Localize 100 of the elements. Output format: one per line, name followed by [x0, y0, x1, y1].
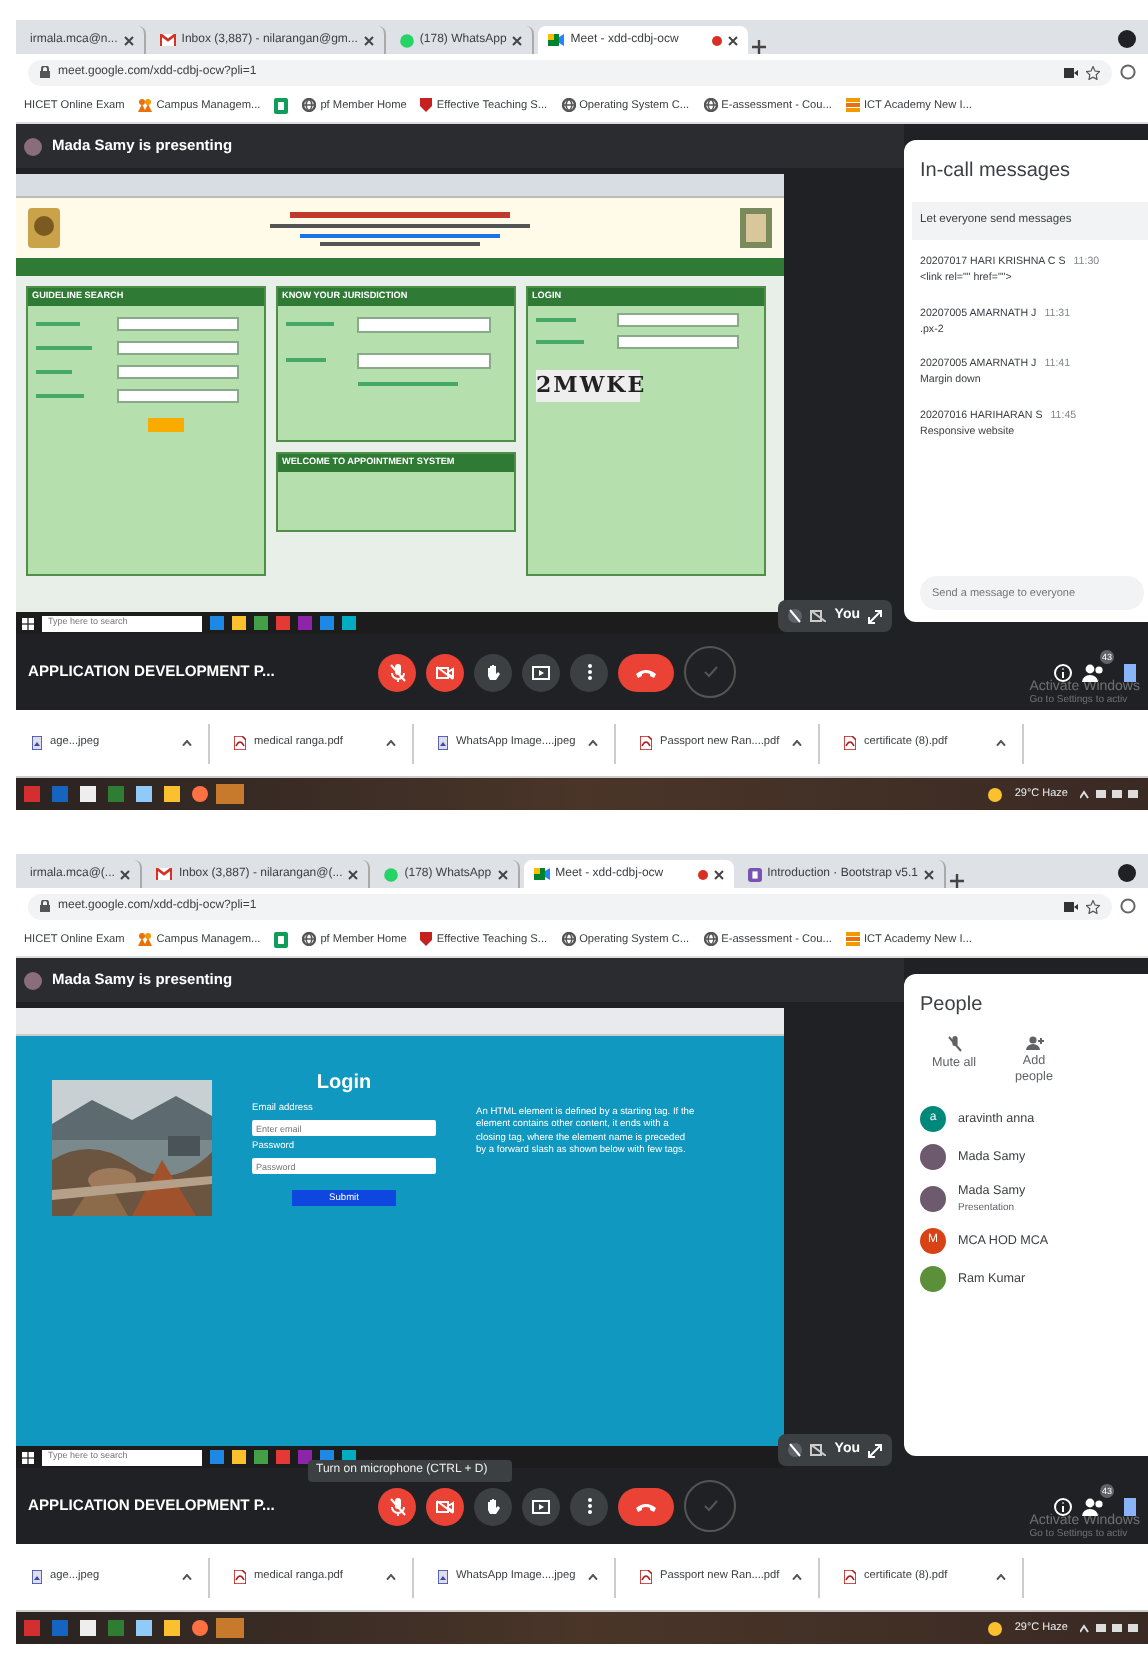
more-options-button[interactable]	[570, 653, 608, 691]
image-file-icon	[32, 736, 42, 750]
stacked-bars-icon	[845, 98, 860, 113]
caret-up-icon	[792, 740, 802, 746]
form-heading: Login	[314, 1070, 374, 1098]
chat-bubble-icon	[384, 867, 399, 881]
mail-icon	[156, 868, 173, 880]
camera-off-icon	[810, 610, 827, 622]
pdf-file-icon	[234, 1570, 246, 1584]
caret-up-icon	[792, 1574, 802, 1580]
caret-up-icon	[386, 1574, 396, 1580]
pdf-file-icon	[234, 736, 246, 750]
lock-icon	[40, 900, 50, 912]
globe-icon	[703, 932, 718, 947]
check-button[interactable]	[684, 646, 736, 698]
more-options-button[interactable]	[570, 1487, 608, 1525]
bookmark[interactable]	[274, 932, 289, 948]
bookmark[interactable]	[274, 98, 289, 114]
globe-icon	[561, 98, 576, 113]
phone-icon	[636, 667, 656, 677]
hang-up-button[interactable]	[618, 653, 674, 691]
extension-icon[interactable]	[1120, 64, 1136, 80]
present-button[interactable]	[522, 1487, 560, 1525]
sheet-icon	[274, 98, 289, 114]
camera-button[interactable]	[426, 653, 464, 691]
people-icon[interactable]	[1082, 1497, 1104, 1515]
shield-icon	[420, 98, 433, 113]
figures-icon	[138, 98, 153, 113]
hand-icon	[486, 1498, 500, 1514]
raise-hand-button[interactable]	[474, 1487, 512, 1525]
microphone-off-icon	[389, 1497, 405, 1515]
tray-icons-drawing	[1080, 788, 1140, 800]
windows-icon	[22, 617, 34, 629]
new-tab-icon[interactable]	[950, 874, 965, 888]
microphone-off-icon	[788, 1442, 803, 1458]
camera-button[interactable]	[426, 1487, 464, 1525]
present-icon	[532, 665, 550, 679]
profile-icon[interactable]	[1118, 30, 1136, 48]
globe-icon	[561, 932, 576, 947]
hang-up-button[interactable]	[618, 1487, 674, 1525]
close-icon[interactable]	[497, 869, 508, 879]
phone-icon	[636, 1501, 656, 1511]
tray-icons-drawing	[1080, 1622, 1140, 1634]
close-icon[interactable]	[512, 35, 523, 45]
caret-up-icon	[588, 1574, 598, 1580]
profile-icon[interactable]	[1118, 864, 1136, 882]
close-icon[interactable]	[348, 869, 359, 879]
camera-icon[interactable]	[1064, 67, 1078, 77]
extension-icon[interactable]	[1120, 898, 1136, 914]
caret-up-icon	[996, 1574, 1006, 1580]
hand-icon	[486, 664, 500, 680]
camera-off-icon	[436, 1499, 454, 1513]
pdf-file-icon	[640, 1570, 652, 1584]
raise-hand-button[interactable]	[474, 653, 512, 691]
presenter-avatar-icon	[24, 971, 42, 989]
figures-icon	[138, 932, 153, 947]
microphone-button[interactable]	[378, 1487, 416, 1525]
present-button[interactable]	[522, 653, 560, 691]
info-icon[interactable]	[1054, 663, 1072, 681]
close-icon[interactable]	[924, 869, 935, 879]
portrait-frame-icon	[740, 208, 772, 248]
globe-icon	[302, 98, 317, 113]
image-file-icon	[438, 736, 448, 750]
close-icon[interactable]	[713, 869, 724, 879]
expand-icon[interactable]	[868, 1443, 882, 1457]
check-button[interactable]	[684, 1480, 736, 1532]
globe-icon	[703, 98, 718, 113]
close-icon[interactable]	[120, 869, 131, 879]
image-file-icon	[438, 1570, 448, 1584]
camera-off-icon	[436, 665, 454, 679]
close-icon[interactable]	[728, 35, 739, 45]
star-icon[interactable]	[1086, 899, 1100, 913]
panel-title: In-call messages	[920, 158, 1073, 186]
video-camera-icon	[548, 34, 565, 46]
microphone-off-icon	[947, 1036, 961, 1052]
caret-up-icon	[588, 740, 598, 746]
caret-up-icon	[996, 740, 1006, 746]
close-icon[interactable]	[363, 35, 374, 45]
people-icon[interactable]	[1082, 663, 1104, 681]
camera-icon[interactable]	[1064, 901, 1078, 911]
pdf-file-icon	[640, 736, 652, 750]
info-icon[interactable]	[1054, 1497, 1072, 1515]
weather-icon	[988, 1621, 1003, 1635]
new-tab-icon[interactable]	[752, 40, 767, 54]
chat-bubble-icon	[399, 33, 414, 47]
shield-icon	[420, 932, 433, 947]
b-logo-icon	[747, 867, 762, 881]
globe-icon	[302, 932, 317, 947]
microphone-off-icon	[389, 663, 405, 681]
mail-icon	[159, 34, 176, 46]
star-icon[interactable]	[1086, 65, 1100, 79]
close-icon[interactable]	[123, 35, 134, 45]
image-file-icon	[32, 1570, 42, 1584]
check-icon	[703, 666, 717, 678]
add-person-icon	[1025, 1036, 1043, 1050]
camera-off-icon	[810, 1444, 827, 1456]
expand-icon[interactable]	[868, 609, 882, 623]
microphone-button[interactable]	[378, 653, 416, 691]
stacked-bars-icon	[845, 932, 860, 947]
captcha-text: 2MWKE	[536, 369, 640, 403]
